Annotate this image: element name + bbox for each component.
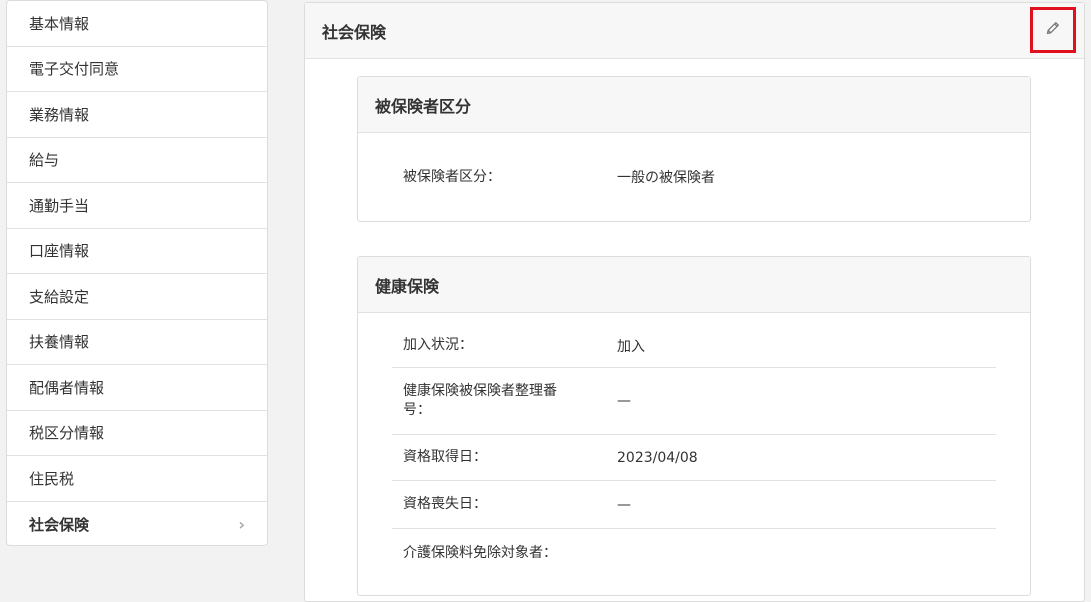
row-value: —: [617, 393, 631, 409]
sidebar-item-e-delivery-consent[interactable]: 電子交付同意: [7, 47, 267, 92]
chevron-right-icon: ›: [238, 514, 245, 534]
social-insurance-panel: 社会保険 被保険者区分 被保険者区分： 一般の被保険者 健康保険 加入状況： 加…: [304, 2, 1085, 602]
sidebar-item-label: 給与: [29, 151, 60, 170]
row-value: 加入: [617, 338, 645, 355]
detail-row: 介護保険料免除対象者：: [392, 529, 996, 577]
sidebar-item-basic-info[interactable]: 基本情報: [7, 1, 267, 47]
insured-category-card: 被保険者区分 被保険者区分： 一般の被保険者: [357, 76, 1031, 222]
section-title: 健康保険: [358, 257, 1030, 313]
pencil-icon: [1045, 20, 1061, 40]
sidebar-item-label: 社会保険: [29, 515, 90, 534]
edit-button[interactable]: [1030, 7, 1076, 53]
row-label: 加入状況：: [403, 337, 473, 353]
row-value: —: [617, 496, 631, 513]
sidebar-item-resident-tax[interactable]: 住民税: [7, 456, 267, 502]
detail-row: 資格喪失日： —: [392, 481, 996, 529]
sidebar-item-spouse-info[interactable]: 配偶者情報: [7, 365, 267, 411]
row-label: 資格取得日：: [403, 449, 487, 465]
sidebar-item-label: 口座情報: [29, 242, 90, 261]
section-title: 被保険者区分: [358, 77, 1030, 133]
sidebar-item-work-info[interactable]: 業務情報: [7, 92, 267, 138]
sidebar-item-salary[interactable]: 給与: [7, 138, 267, 183]
sidebar-item-tax-category[interactable]: 税区分情報: [7, 411, 267, 456]
row-label: 資格喪失日：: [403, 496, 487, 512]
sidebar-item-label: 電子交付同意: [29, 60, 120, 79]
sidebar-item-label: 税区分情報: [29, 424, 105, 443]
sidebar-item-commute-allowance[interactable]: 通勤手当: [7, 183, 267, 229]
sidebar-item-label: 配偶者情報: [29, 378, 105, 397]
detail-row: 加入状況： 加入: [392, 324, 996, 368]
sidebar-item-label: 通勤手当: [29, 196, 90, 215]
sidebar-item-label: 基本情報: [29, 14, 90, 33]
sidebar-item-payment-settings[interactable]: 支給設定: [7, 274, 267, 320]
sidebar-item-label: 業務情報: [29, 105, 90, 124]
row-label: 健康保険被保険者整理番号：: [403, 383, 557, 418]
health-insurance-card: 健康保険 加入状況： 加入 健康保険被保険者整理番号： — 資格取得日： 202…: [357, 256, 1031, 596]
row-value: 2023/04/08: [617, 449, 698, 466]
sidebar-item-dependents[interactable]: 扶養情報: [7, 320, 267, 365]
panel-header: 社会保険: [305, 3, 1084, 59]
row-label: 被保険者区分：: [403, 168, 501, 185]
detail-row: 資格取得日： 2023/04/08: [392, 435, 996, 481]
sidebar-item-label: 支給設定: [29, 287, 90, 306]
sidebar-item-label: 扶養情報: [29, 333, 90, 352]
sidebar-item-social-insurance[interactable]: 社会保険 ›: [7, 502, 267, 546]
row-value: 一般の被保険者: [617, 170, 715, 186]
detail-row: 健康保険被保険者整理番号： —: [392, 368, 996, 435]
sidebar-item-label: 住民税: [29, 469, 75, 488]
sidebar-item-bank-account[interactable]: 口座情報: [7, 229, 267, 274]
detail-row: 被保険者区分： 一般の被保険者: [392, 133, 996, 221]
page-title: 社会保険: [322, 22, 387, 42]
sidebar-nav: 基本情報 電子交付同意 業務情報 給与 通勤手当 口座情報 支給設定 扶養情報 …: [6, 0, 268, 546]
